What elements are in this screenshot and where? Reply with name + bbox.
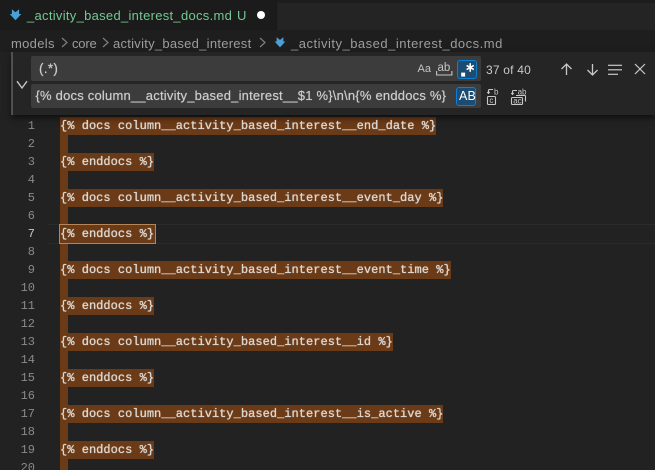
svg-text:c: c <box>489 96 493 105</box>
svg-text:ac: ac <box>513 97 521 106</box>
svg-text:ab: ab <box>518 88 527 97</box>
svg-text:b: b <box>494 88 499 97</box>
